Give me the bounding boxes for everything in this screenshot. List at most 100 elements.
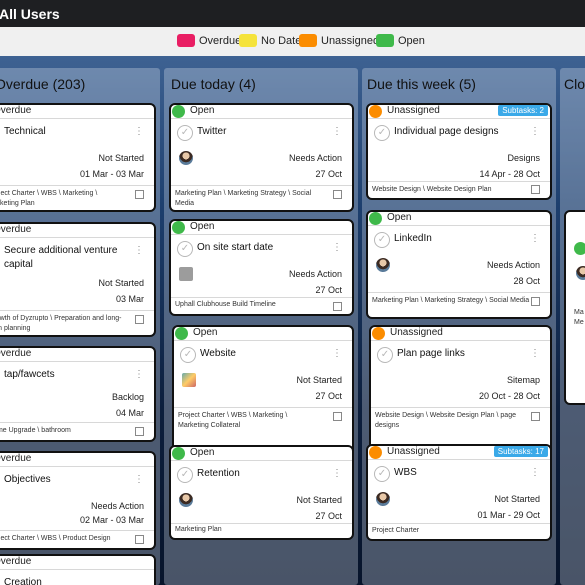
task-status: Not Started <box>98 153 144 163</box>
open-swatch-icon <box>376 34 394 47</box>
assignee-avatar[interactable] <box>182 373 196 387</box>
more-options-icon[interactable]: ⋮ <box>134 126 144 137</box>
complete-checkbox-icon[interactable] <box>574 242 585 255</box>
more-options-icon[interactable]: ⋮ <box>530 126 540 137</box>
unassigned-status-icon <box>372 327 385 340</box>
task-title[interactable]: WBS <box>394 467 417 478</box>
task-path[interactable]: Marketing Plan \ Marketing Strategy \ So… <box>175 189 315 209</box>
column-title: Due this week (5) <box>367 76 476 92</box>
task-title[interactable]: Twitter <box>197 126 226 137</box>
more-options-icon[interactable]: ⋮ <box>530 348 540 359</box>
task-card[interactable]: Open ✓ Twitter ⋮ Needs Action 27 Oct Mar… <box>169 103 354 212</box>
task-date: 27 Oct <box>315 391 342 401</box>
open-status-icon <box>175 327 188 340</box>
complete-checkbox-icon[interactable]: ✓ <box>177 241 193 257</box>
column-due-today: Due today (4) Open ✓ Twitter ⋮ Needs Act… <box>164 68 358 585</box>
task-date: 14 Apr - 28 Oct <box>479 169 540 179</box>
task-status: Not Started <box>98 278 144 288</box>
task-title[interactable]: LinkedIn <box>394 233 432 244</box>
task-card[interactable]: Overdue Objectives ⋮ Needs Action 02 Mar… <box>0 451 156 550</box>
task-card[interactable]: Unassigned Subtasks: 2 ✓ Individual page… <box>366 103 552 200</box>
task-path[interactable]: Home Upgrade \ bathroom <box>0 426 128 436</box>
task-date: 01 Mar - 29 Oct <box>477 510 540 520</box>
assignee-avatar[interactable] <box>376 258 390 272</box>
open-external-icon[interactable] <box>333 412 342 421</box>
task-title[interactable]: Retention <box>197 468 240 479</box>
more-options-icon[interactable]: ⋮ <box>332 126 342 137</box>
open-external-icon[interactable] <box>135 427 144 436</box>
view-title: All Users <box>0 6 60 22</box>
assignee-avatar[interactable] <box>179 493 193 507</box>
task-path[interactable]: Project Charter \ WBS \ Product Design <box>0 534 128 544</box>
app-header: All Users <box>0 0 585 27</box>
complete-checkbox-icon[interactable]: ✓ <box>177 125 193 141</box>
task-card[interactable]: Unassigned Subtasks: 17 ✓ WBS ⋮ Not Star… <box>366 444 552 541</box>
unassigned-swatch-icon <box>299 34 317 47</box>
task-path[interactable]: Project Charter \ WBS \ Marketing \ Mark… <box>178 411 318 431</box>
task-path[interactable]: Website Design \ Website Design Plan <box>372 185 542 195</box>
more-options-icon[interactable]: ⋮ <box>134 369 144 380</box>
complete-checkbox-icon[interactable]: ✓ <box>180 347 196 363</box>
task-title[interactable]: On site start date <box>197 242 273 253</box>
task-title[interactable]: tap/fawcets <box>4 369 55 380</box>
task-path[interactable]: Growth of Dyzrupto \ Preparation and lon… <box>0 314 128 334</box>
task-date: 04 Mar <box>115 408 144 418</box>
task-path[interactable]: Project Charter \ WBS \ Marketing \ Mark… <box>0 189 128 209</box>
unassigned-status-icon <box>369 105 382 118</box>
complete-checkbox-icon[interactable]: ✓ <box>177 467 193 483</box>
task-title[interactable]: Website <box>200 348 236 359</box>
task-title[interactable]: Objectives <box>4 474 51 485</box>
task-title[interactable]: Secure additional venture capital <box>4 244 124 272</box>
task-card[interactable]: Open ✓ On site start date ⋮ Needs Action… <box>169 219 354 316</box>
complete-checkbox-icon[interactable]: ✓ <box>374 125 390 141</box>
more-options-icon[interactable]: ⋮ <box>332 468 342 479</box>
open-external-icon[interactable] <box>531 297 540 306</box>
task-card[interactable]: Overdue Technical ⋮ Not Started 01 Mar -… <box>0 103 156 212</box>
open-external-icon[interactable] <box>135 315 144 324</box>
task-card[interactable]: Overdue tap/fawcets ⋮ Backlog 04 Mar Hom… <box>0 346 156 442</box>
subtasks-badge[interactable]: Subtasks: 17 <box>493 446 548 457</box>
task-path[interactable]: Ma Me <box>574 308 585 328</box>
task-path[interactable]: Marketing Plan \ Marketing Strategy \ So… <box>372 296 542 306</box>
task-path[interactable]: Website Design \ Website Design Plan \ p… <box>375 411 535 431</box>
task-status: Not Started <box>494 494 540 504</box>
assignee-avatar[interactable] <box>179 267 193 281</box>
column-due-this-week: Due this week (5) Unassigned Subtasks: 2… <box>362 68 556 585</box>
complete-checkbox-icon[interactable]: ✓ <box>374 466 390 482</box>
open-external-icon[interactable] <box>333 190 342 199</box>
more-options-icon[interactable]: ⋮ <box>332 348 342 359</box>
open-external-icon[interactable] <box>135 190 144 199</box>
task-title[interactable]: Creation <box>4 577 42 585</box>
complete-checkbox-icon[interactable]: ✓ <box>374 232 390 248</box>
task-status: Needs Action <box>486 260 540 270</box>
more-options-icon[interactable]: ⋮ <box>134 245 144 256</box>
open-external-icon[interactable] <box>135 535 144 544</box>
task-path[interactable]: Project Charter <box>372 526 512 536</box>
assignee-avatar[interactable] <box>576 266 585 280</box>
complete-checkbox-icon[interactable]: ✓ <box>377 347 393 363</box>
open-external-icon[interactable] <box>531 185 540 194</box>
overdue-swatch-icon <box>177 34 195 47</box>
task-path[interactable]: Marketing Plan <box>175 525 315 535</box>
task-date: 27 Oct <box>315 169 342 179</box>
task-card[interactable]: Open ✓ LinkedIn ⋮ Needs Action 28 Oct Ma… <box>366 210 552 319</box>
assignee-avatar[interactable] <box>179 151 193 165</box>
task-title[interactable]: Technical <box>4 126 46 137</box>
more-options-icon[interactable]: ⋮ <box>332 242 342 253</box>
assignee-avatar[interactable] <box>376 492 390 506</box>
task-card[interactable]: Overdue Creation <box>0 554 156 585</box>
column-title: Overdue (203) <box>0 76 86 92</box>
more-options-icon[interactable]: ⋮ <box>530 233 540 244</box>
subtasks-badge[interactable]: Subtasks: 2 <box>498 105 548 116</box>
more-options-icon[interactable]: ⋮ <box>134 474 144 485</box>
task-title[interactable]: Plan page links <box>397 348 465 359</box>
open-external-icon[interactable] <box>531 412 540 421</box>
task-title[interactable]: Individual page designs <box>394 126 499 137</box>
task-date: 20 Oct - 28 Oct <box>478 391 540 401</box>
task-card[interactable]: Open ✓ Retention ⋮ Not Started 27 Oct Ma… <box>169 445 354 540</box>
open-external-icon[interactable] <box>333 302 342 311</box>
task-path[interactable]: Uphall Clubhouse Build Timeline <box>175 300 345 310</box>
task-card[interactable]: Ma Me <box>564 210 585 405</box>
more-options-icon[interactable]: ⋮ <box>530 467 540 478</box>
task-card[interactable]: Overdue Secure additional venture capita… <box>0 222 156 337</box>
